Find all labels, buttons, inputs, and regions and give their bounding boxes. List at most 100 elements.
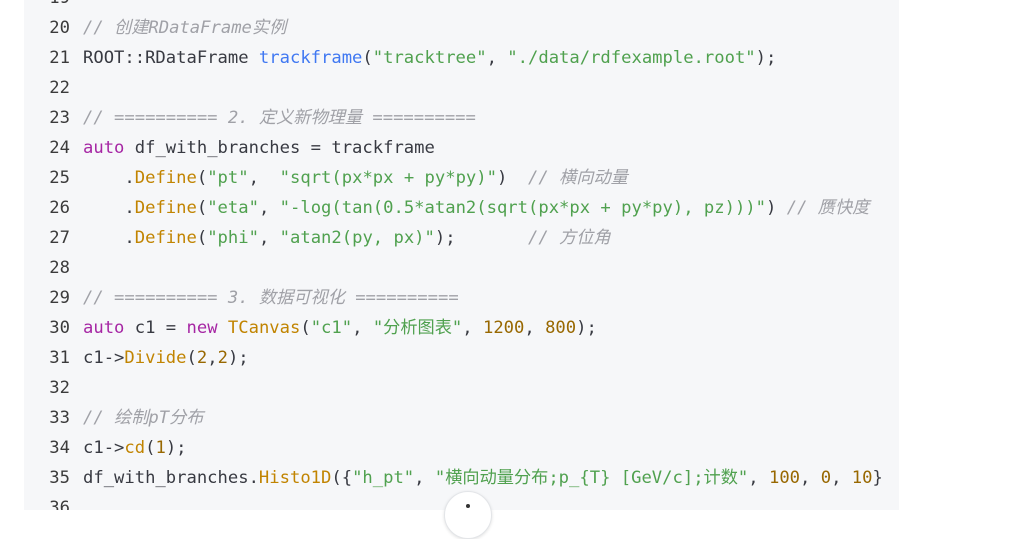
code-line: 30 auto c1 = new TCanvas("c1", "分析图表", 12…	[24, 313, 899, 343]
code-token-punct: ,	[524, 318, 546, 338]
code-token-string: "h_pt"	[352, 468, 415, 488]
code-token-plain: ROOT::RDataFrame	[83, 48, 259, 68]
code-token-punct: (	[145, 438, 156, 458]
code-token-number: 800	[545, 318, 577, 338]
code-token-string: "eta"	[207, 198, 259, 218]
code-token-comment: // 绘制pT分布	[83, 408, 204, 428]
code-line: 28	[24, 253, 899, 283]
copy-code-button[interactable]	[444, 491, 492, 539]
code-line: 25 .Define("pt", "sqrt(px*px + py*py)") …	[24, 163, 899, 193]
code-token-method: Histo1D	[258, 468, 332, 488]
code-token-punct: ,	[831, 468, 852, 488]
code-token-comment: // ========== 2. 定义新物理量 ==========	[83, 108, 476, 128]
code-token-number: 1200	[482, 318, 525, 338]
code-text: auto c1 = new TCanvas("c1", "分析图表", 1200…	[83, 313, 597, 343]
line-number: 22	[49, 78, 70, 98]
code-token-punct: (	[362, 48, 373, 68]
code-token-plain: df_with_branches = trackframe	[124, 138, 435, 158]
code-token-number: 2	[217, 348, 228, 368]
code-token-punct: ,	[258, 198, 280, 218]
line-number: 32	[49, 378, 70, 398]
line-number: 25	[49, 168, 70, 188]
code-token-punct: (	[196, 228, 208, 248]
code-token-method: cd	[124, 438, 146, 458]
code-token-string: "pt"	[207, 168, 249, 188]
line-number: 30	[49, 318, 70, 338]
code-text: // ========== 3. 数据可视化 ==========	[83, 283, 459, 313]
code-token-punct: )	[496, 168, 529, 188]
code-token-plain: .	[83, 168, 135, 188]
code-token-plain: .	[83, 198, 135, 218]
code-token-method: Define	[134, 198, 197, 218]
code-token-string: "sqrt(px*px + py*py)"	[279, 168, 497, 188]
code-token-punct: ,	[486, 48, 508, 68]
code-line: 22	[24, 73, 899, 103]
code-token-string: "分析图表"	[372, 318, 463, 338]
code-token-number: 1	[155, 438, 166, 458]
code-line: 19	[24, 0, 899, 13]
code-token-plain: df_with_branches.	[83, 468, 259, 488]
code-token-punct: }	[872, 468, 883, 488]
code-token-punct: (	[186, 348, 197, 368]
code-line: 27 .Define("phi", "atan2(py, px)"); // 方…	[24, 223, 899, 253]
code-token-comment: // 方位角	[528, 228, 611, 248]
code-token-punct: ,	[258, 228, 280, 248]
code-token-punct: );	[165, 438, 187, 458]
code-text: // 创建RDataFrame实例	[83, 13, 286, 43]
line-number: 29	[49, 288, 70, 308]
code-token-plain: c1 =	[124, 318, 187, 338]
code-token-punct: ({	[331, 468, 353, 488]
code-token-punct: )	[766, 198, 787, 218]
code-line: 24 auto df_with_branches = trackframe	[24, 133, 899, 163]
code-token-plain: c1->	[83, 348, 125, 368]
code-line: 29 // ========== 3. 数据可视化 ==========	[24, 283, 899, 313]
code-text: c1->Divide(2,2);	[83, 343, 249, 373]
code-text: // ========== 2. 定义新物理量 ==========	[83, 103, 476, 133]
code-text: df_with_branches.Histo1D({"h_pt", "横向动量分…	[83, 463, 883, 493]
code-token-punct: (	[196, 168, 208, 188]
code-token-string: "横向动量分布;p_{T} [GeV/c];计数"	[434, 468, 749, 488]
code-token-string: "./data/rdfexample.root"	[507, 48, 756, 68]
code-token-func: trackframe	[258, 48, 363, 68]
line-number: 36	[49, 498, 70, 510]
code-token-comment: // 横向动量	[528, 168, 628, 188]
code-token-string: "-log(tan(0.5*atan2(sqrt(px*px + py*py),…	[279, 198, 767, 218]
code-line: 33 // 绘制pT分布	[24, 403, 899, 433]
code-line: 20 // 创建RDataFrame实例	[24, 13, 899, 43]
code-text: .Define("pt", "sqrt(px*px + py*py)") // …	[83, 163, 628, 193]
line-number: 27	[49, 228, 70, 248]
line-number: 24	[49, 138, 70, 158]
code-block: 1920 // 创建RDataFrame实例21 ROOT::RDataFrame …	[24, 0, 899, 510]
code-token-punct: );	[227, 348, 249, 368]
code-token-punct: ,	[207, 348, 218, 368]
code-token-comment: // 赝快度	[786, 198, 870, 218]
code-text: auto df_with_branches = trackframe	[83, 133, 435, 163]
line-number: 28	[49, 258, 70, 278]
copy-icon	[466, 504, 470, 508]
code-token-method: Divide	[124, 348, 187, 368]
line-number: 34	[49, 438, 70, 458]
code-token-number: 100	[768, 468, 801, 488]
code-token-keyword: auto	[83, 318, 125, 338]
code-line: 35 df_with_branches.Histo1D({"h_pt", "横向动…	[24, 463, 899, 493]
code-token-punct: ,	[352, 318, 373, 338]
code-token-number: 2	[196, 348, 208, 368]
code-text: .Define("phi", "atan2(py, px)"); // 方位角	[83, 223, 611, 253]
code-text: // 绘制pT分布	[83, 403, 204, 433]
code-text: .Define("eta", "-log(tan(0.5*atan2(sqrt(…	[83, 193, 869, 223]
code-token-string: "phi"	[207, 228, 259, 248]
code-token-keyword: auto	[83, 138, 125, 158]
code-token-punct: ,	[748, 468, 769, 488]
code-line: 32	[24, 373, 899, 403]
line-number: 33	[49, 408, 70, 428]
code-token-punct: );	[434, 228, 529, 248]
code-token-punct: );	[755, 48, 777, 68]
code-token-string: "atan2(py, px)"	[279, 228, 435, 248]
code-token-string: "c1"	[310, 318, 353, 338]
code-token-comment: // ========== 3. 数据可视化 ==========	[83, 288, 459, 308]
line-number: 26	[49, 198, 70, 218]
code-line: 31 c1->Divide(2,2);	[24, 343, 899, 373]
code-token-method: Define	[134, 228, 197, 248]
code-token-string: "tracktree"	[372, 48, 487, 68]
